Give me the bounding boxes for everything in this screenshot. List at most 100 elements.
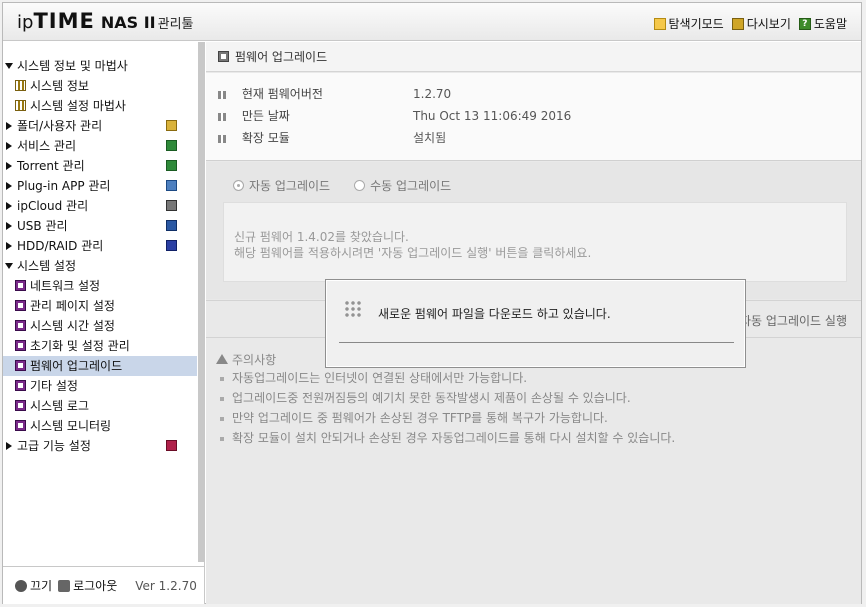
note-item: 만약 업그레이드 중 펌웨어가 손상된 경우 TFTP를 통해 복구가 가능합니… bbox=[216, 408, 856, 428]
note-item: 자동업그레이드는 인터넷이 연결된 상태에서만 가능합니다. bbox=[216, 368, 856, 388]
sidebar-item-label: 기타 설정 bbox=[30, 379, 78, 393]
help-label: 도움말 bbox=[813, 17, 847, 31]
power-off-label: 끄기 bbox=[30, 579, 53, 593]
manual-upgrade-label: 수동 업그레이드 bbox=[370, 179, 452, 193]
help-button[interactable]: ? 도움말 bbox=[798, 15, 847, 32]
sidebar-group[interactable]: 시스템 정보 및 마법사 bbox=[3, 56, 197, 76]
sidebar-item-label: 시스템 설정 bbox=[17, 259, 77, 273]
explorer-icon bbox=[653, 17, 666, 30]
sidebar-item[interactable]: 펌웨어 업그레이드 bbox=[3, 356, 197, 376]
logo-admin-tool: 관리툴 bbox=[157, 17, 194, 32]
warning-icon bbox=[216, 354, 228, 364]
sidebar-menu: 시스템 정보 및 마법사시스템 정보시스템 설정 마법사폴더/사용자 관리서비스… bbox=[3, 56, 197, 456]
sidebar-group[interactable]: 폴더/사용자 관리 bbox=[3, 116, 197, 136]
torrent-icon bbox=[166, 160, 177, 171]
auto-upgrade-label: 자동 업그레이드 bbox=[249, 179, 331, 193]
sidebar-item[interactable]: 시스템 시간 설정 bbox=[3, 316, 197, 336]
sidebar-item-label: 서비스 관리 bbox=[17, 139, 77, 153]
sidebar-item[interactable]: 네트워크 설정 bbox=[3, 276, 197, 296]
service-icon bbox=[166, 140, 177, 151]
loading-spinner-icon bbox=[344, 300, 362, 318]
note-text: 확장 모듈이 설치 안되거나 손상된 경우 자동업그레이드를 통해 다시 설치할… bbox=[232, 431, 676, 445]
info-bullet-icon bbox=[218, 134, 226, 143]
sidebar-item[interactable]: 시스템 모니터링 bbox=[3, 416, 197, 436]
sidebar-item-label: 폴더/사용자 관리 bbox=[17, 119, 103, 133]
expanded-arrow-icon bbox=[5, 63, 13, 69]
note-item: 확장 모듈이 설치 안되거나 손상된 경우 자동업그레이드를 통해 다시 설치할… bbox=[216, 428, 856, 448]
sidebar-item-label: 고급 기능 설정 bbox=[17, 439, 91, 453]
sidebar-item[interactable]: 시스템 로그 bbox=[3, 396, 197, 416]
logout-button[interactable]: 로그아웃 bbox=[58, 577, 117, 594]
sidebar-group[interactable]: 시스템 설정 bbox=[3, 256, 197, 276]
refresh-button[interactable]: 다시보기 bbox=[731, 15, 791, 32]
settings-icon bbox=[15, 320, 26, 331]
collapsed-arrow-icon bbox=[6, 122, 12, 130]
manual-upgrade-radio[interactable]: 수동 업그레이드 bbox=[354, 177, 451, 194]
collapsed-arrow-icon bbox=[6, 182, 12, 190]
note-bullet-icon bbox=[220, 416, 224, 421]
info-row-build-date: 만든 날짜 Thu Oct 13 11:06:49 2016 bbox=[218, 106, 571, 126]
logo-ip: ip bbox=[17, 12, 34, 33]
sidebar-group[interactable]: 고급 기능 설정 bbox=[3, 436, 197, 456]
sidebar-item[interactable]: 기타 설정 bbox=[3, 376, 197, 396]
info-bullet-icon bbox=[218, 90, 226, 99]
sidebar-group[interactable]: Plug-in APP 관리 bbox=[3, 176, 197, 196]
settings-icon bbox=[218, 51, 229, 62]
collapsed-arrow-icon bbox=[6, 442, 12, 450]
collapsed-arrow-icon bbox=[6, 202, 12, 210]
page-header: 펌웨어 업그레이드 bbox=[206, 42, 861, 72]
sidebar-group[interactable]: HDD/RAID 관리 bbox=[3, 236, 197, 256]
app-window: ip TIME NAS II 관리툴 탐색기모드 다시보기 ? 도움말 시스템 … bbox=[2, 2, 862, 604]
run-auto-upgrade-button[interactable]: 자동 업그레이드 실행 bbox=[740, 312, 847, 329]
info-value: 설치됨 bbox=[413, 131, 447, 145]
usb-icon bbox=[166, 220, 177, 231]
chart-icon bbox=[15, 80, 26, 91]
expanded-arrow-icon bbox=[5, 263, 13, 269]
settings-icon bbox=[15, 340, 26, 351]
settings-icon bbox=[15, 420, 26, 431]
collapsed-arrow-icon bbox=[6, 162, 12, 170]
explorer-mode-label: 탐색기모드 bbox=[668, 17, 724, 31]
sidebar-item-label: 시스템 로그 bbox=[30, 399, 90, 413]
sidebar-scrollbar[interactable] bbox=[198, 42, 204, 562]
sidebar-group[interactable]: Torrent 관리 bbox=[3, 156, 197, 176]
note-text: 만약 업그레이드 중 펌웨어가 손상된 경우 TFTP를 통해 복구가 가능합니… bbox=[232, 411, 608, 425]
sidebar-group[interactable]: ipCloud 관리 bbox=[3, 196, 197, 216]
sidebar-item[interactable]: 초기화 및 설정 관리 bbox=[3, 336, 197, 356]
explorer-mode-button[interactable]: 탐색기모드 bbox=[653, 15, 724, 32]
sidebar-item[interactable]: 관리 페이지 설정 bbox=[3, 296, 197, 316]
logout-icon bbox=[58, 579, 71, 592]
settings-icon bbox=[15, 300, 26, 311]
sidebar-item-label: 시스템 설정 마법사 bbox=[30, 99, 126, 113]
sidebar-group[interactable]: USB 관리 bbox=[3, 216, 197, 236]
refresh-icon bbox=[731, 17, 744, 30]
auto-upgrade-radio[interactable]: 자동 업그레이드 bbox=[233, 177, 330, 194]
note-text: 자동업그레이드는 인터넷이 연결된 상태에서만 가능합니다. bbox=[232, 371, 528, 385]
cloud-icon bbox=[166, 200, 177, 211]
radio-dot-selected bbox=[233, 180, 244, 191]
progress-divider bbox=[339, 342, 734, 343]
download-message: 새로운 펌웨어 파일을 다운로드 하고 있습니다. bbox=[378, 307, 611, 321]
sidebar-item[interactable]: 시스템 정보 bbox=[3, 76, 197, 96]
firmware-message-box: 신규 펌웨어 1.4.02를 찾았습니다. 해당 펌웨어를 적용하시려면 '자동… bbox=[223, 202, 847, 282]
settings-icon bbox=[15, 400, 26, 411]
sidebar-item-label: Torrent 관리 bbox=[17, 159, 85, 173]
power-off-button[interactable]: 끄기 bbox=[15, 577, 52, 594]
sidebar-item-label: 시스템 정보 bbox=[30, 79, 90, 93]
sidebar-item-label: 펌웨어 업그레이드 bbox=[30, 359, 123, 373]
info-row-extension-module: 확장 모듈 설치됨 bbox=[218, 128, 446, 148]
upgrade-mode-radios: 자동 업그레이드 수동 업그레이드 bbox=[233, 177, 451, 194]
advanced-icon bbox=[166, 440, 177, 451]
info-label: 현재 펌웨어버전 bbox=[241, 87, 323, 101]
info-row-current-version: 현재 펌웨어버전 1.2.70 bbox=[218, 84, 451, 104]
sidebar-group[interactable]: 서비스 관리 bbox=[3, 136, 197, 156]
settings-icon bbox=[15, 360, 26, 371]
sidebar-item-label: ipCloud 관리 bbox=[17, 199, 89, 213]
iptime-logo: ip TIME NAS II 관리툴 bbox=[17, 9, 194, 37]
firmware-info-panel: 현재 펌웨어버전 1.2.70 만든 날짜 Thu Oct 13 11:06:4… bbox=[206, 73, 861, 161]
page-title: 펌웨어 업그레이드 bbox=[235, 50, 328, 64]
note-text: 업그레이드중 전원꺼짐등의 예기치 못한 동작발생시 제품이 손상될 수 있습니… bbox=[232, 391, 631, 405]
power-icon bbox=[15, 579, 27, 592]
sidebar-item[interactable]: 시스템 설정 마법사 bbox=[3, 96, 197, 116]
sidebar-item-label: HDD/RAID 관리 bbox=[17, 239, 104, 253]
